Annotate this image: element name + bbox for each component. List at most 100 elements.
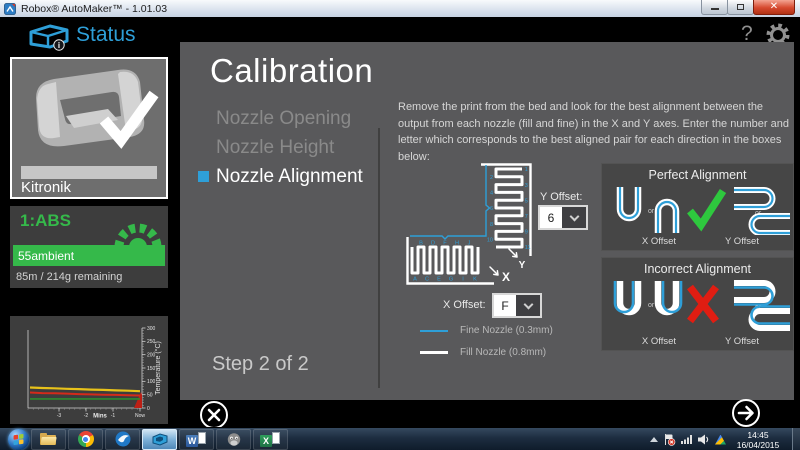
- svg-text:i: i: [58, 41, 60, 50]
- perfect-alignment-card: Perfect Alignment or or X Offset Y Offse…: [601, 163, 794, 251]
- active-marker-icon: [198, 171, 209, 182]
- excel-icon: X: [260, 434, 272, 447]
- menu-item-label: Nozzle Opening: [216, 107, 352, 129]
- chrome-icon: [77, 431, 94, 447]
- page-title: Calibration: [210, 52, 374, 89]
- reel-remaining: 85m / 214g remaining: [16, 271, 123, 283]
- calibration-menu: Nozzle Opening Nozzle Height Nozzle Alignm…: [198, 104, 363, 191]
- svg-text:0: 0: [147, 406, 150, 412]
- menu-item-label: Nozzle Alignment: [216, 165, 363, 187]
- close-button[interactable]: ✕: [753, 0, 795, 15]
- active-marker-icon: [198, 142, 209, 153]
- reel-temperature-bar: 55ambient: [13, 245, 165, 266]
- svg-text:2: 2: [490, 175, 493, 181]
- reel-slot-material: 1:ABS: [20, 211, 72, 230]
- svg-text:K: K: [473, 277, 477, 283]
- y-offset-select[interactable]: 6: [538, 205, 588, 230]
- cancel-button[interactable]: [199, 400, 229, 430]
- svg-text:X: X: [502, 270, 510, 284]
- printer-progress-bar: [21, 166, 157, 179]
- svg-text:F: F: [443, 241, 447, 247]
- app-icon: [4, 2, 16, 15]
- svg-text:J: J: [468, 241, 471, 247]
- folder-icon: [39, 432, 58, 446]
- legend-fill-nozzle: Fill Nozzle (0.8mm): [420, 347, 546, 358]
- instructions-text: Remove the print from the bed and look f…: [398, 101, 789, 163]
- calibration-pattern-svg: 1 2 3 4 5 6 7 8 9 10 11 B D F H J A C E G I K XY: [406, 163, 532, 285]
- maximize-icon: [737, 4, 744, 10]
- taskbar-excel-button[interactable]: X: [253, 428, 288, 450]
- y-offset-dropdown-button[interactable]: [562, 207, 586, 228]
- menu-item-nozzle-opening[interactable]: Nozzle Opening: [198, 104, 363, 133]
- y-axis-arrow-icon: [508, 248, 518, 258]
- perfect-alignment-illustration: or or: [616, 187, 790, 235]
- minimize-icon: [710, 8, 719, 10]
- svg-text:6: 6: [490, 206, 493, 212]
- tab-status[interactable]: Status: [76, 23, 136, 47]
- tray-expand-icon[interactable]: [650, 437, 658, 442]
- cross-icon: [687, 284, 719, 324]
- windows-logo-icon: [13, 433, 24, 445]
- legend-label: Fill Nozzle (0.8mm): [460, 347, 547, 358]
- window-title: Robox® AutoMaker™ - 1.01.03: [21, 2, 168, 15]
- clock-time: 14:45: [747, 429, 769, 440]
- printer-status-card[interactable]: Kitronik: [10, 57, 168, 199]
- calibration-panel: Calibration Nozzle Opening Nozzle Height N…: [180, 42, 794, 400]
- taskbar-clock[interactable]: 14:45 16/04/2015: [731, 430, 785, 450]
- svg-text:300: 300: [147, 326, 156, 332]
- x-axis-arrow-icon: [489, 266, 499, 276]
- taskbar-automaker-button[interactable]: [142, 428, 177, 450]
- x-offset-dropdown-button[interactable]: [516, 295, 540, 316]
- start-button[interactable]: [8, 428, 29, 450]
- svg-text:11: 11: [525, 245, 531, 251]
- filament-reel-icon: [114, 223, 162, 248]
- automaker-window: Robox® AutoMaker™ - 1.01.03 ✕ i Status ?: [0, 0, 800, 450]
- x-offset-select[interactable]: F: [492, 293, 542, 318]
- step-indicator: Step 2 of 2: [212, 353, 309, 375]
- printer-name: Kitronik: [21, 179, 72, 196]
- svg-text:-1: -1: [111, 413, 116, 419]
- network-signal-icon[interactable]: [681, 434, 693, 445]
- next-button[interactable]: [731, 398, 761, 428]
- svg-text:Mins: Mins: [93, 414, 107, 420]
- svg-text:I: I: [462, 277, 464, 283]
- y-offset-value: 6: [540, 207, 562, 228]
- menu-item-nozzle-alignment[interactable]: Nozzle Alignment: [198, 162, 363, 191]
- document-page-icon: [198, 431, 206, 444]
- svg-text:or: or: [648, 302, 655, 309]
- svg-text:B: B: [419, 241, 423, 247]
- taskbar-chrome-button[interactable]: [68, 428, 103, 450]
- x-offset-value: F: [494, 295, 516, 316]
- taskbar-explorer-button[interactable]: [31, 428, 66, 450]
- document-page-icon: [272, 431, 280, 444]
- robox-printer-logo-icon: i: [29, 24, 69, 51]
- temperature-graph-card: 0 50 100 150 200 250 300 -3 -2 -1 Now Mins Temperatu…: [10, 316, 168, 424]
- taskbar-gimp-button[interactable]: [216, 428, 251, 450]
- taskbar-word-button[interactable]: W: [179, 428, 214, 450]
- perfect-x-offset-label: X Offset: [641, 236, 677, 247]
- menu-item-nozzle-height[interactable]: Nozzle Height: [198, 133, 363, 162]
- fine-nozzle-line-swatch: [420, 329, 448, 332]
- incorrect-x-offset-label: X Offset: [641, 336, 677, 347]
- incorrect-alignment-card: Incorrect Alignment or or X Offset Y Off…: [601, 257, 794, 351]
- taskbar-thunderbird-button[interactable]: [105, 428, 140, 450]
- clock-date: 16/04/2015: [736, 439, 780, 450]
- active-marker-icon: [198, 113, 209, 124]
- svg-text:9: 9: [525, 230, 528, 236]
- window-titlebar[interactable]: Robox® AutoMaker™ - 1.01.03 ✕: [0, 0, 800, 17]
- printer-illustration: [36, 69, 159, 149]
- svg-text:C: C: [425, 277, 429, 283]
- minimize-button[interactable]: [701, 0, 728, 15]
- maximize-button[interactable]: [727, 0, 754, 15]
- svg-text:5: 5: [525, 198, 528, 204]
- speaker-icon[interactable]: [698, 434, 710, 445]
- action-center-flag-icon[interactable]: [663, 433, 676, 446]
- svg-text:50: 50: [147, 392, 153, 398]
- reel-status-card[interactable]: 1:ABS 55ambient 85m / 214g remaining: [10, 206, 168, 288]
- y-offset-label: Y Offset:: [540, 191, 583, 203]
- show-desktop-button[interactable]: [792, 428, 800, 450]
- vertical-divider: [378, 128, 380, 388]
- drive-icon[interactable]: [715, 434, 726, 445]
- app-body: i Status ? Kitronik 1:ABS 55ambient 85m …: [0, 17, 800, 430]
- gimp-icon: [227, 432, 240, 446]
